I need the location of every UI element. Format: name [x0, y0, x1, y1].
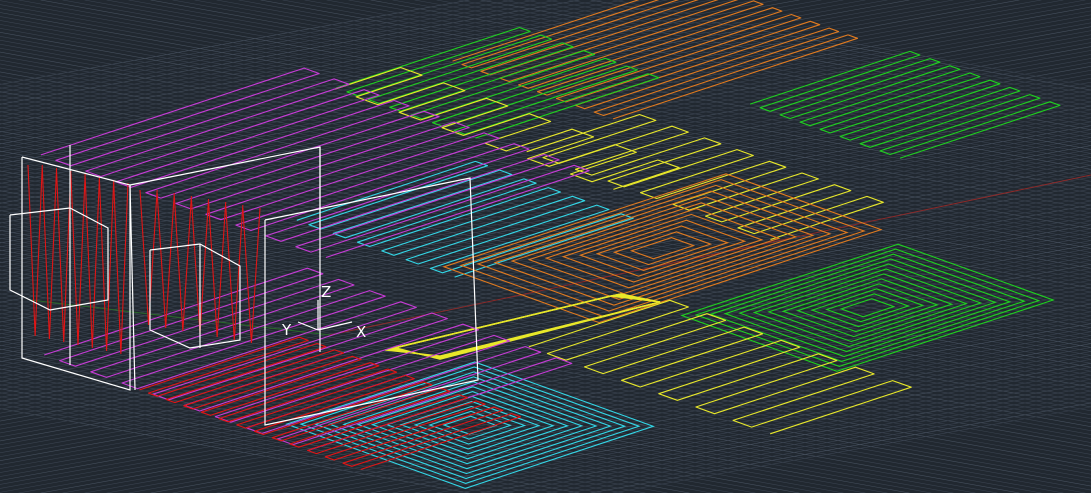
ucs-x-label: X [356, 323, 366, 341]
grid-line [0, 0, 1020, 184]
ucs-y-axis [297, 321, 319, 331]
ucs-z-label: Z [321, 283, 331, 301]
grid-line [0, 309, 1020, 493]
coil-loop[interactable] [629, 237, 696, 260]
isometric-grid [0, 0, 1091, 493]
coil-pipe[interactable] [749, 50, 1061, 159]
grid-line [0, 79, 1091, 277]
coil-loop[interactable] [561, 213, 764, 283]
green-panel-upper[interactable] [749, 50, 1061, 159]
wall-post[interactable] [129, 184, 136, 391]
coil-loop[interactable] [510, 196, 815, 300]
ucs-y-label: Y [281, 321, 292, 339]
coil-pipe[interactable] [27, 164, 43, 337]
drawing-canvas[interactable]: Z Y X [0, 0, 1091, 493]
model-viewport[interactable]: Z Y X [0, 0, 1091, 493]
coil-loop[interactable] [595, 225, 730, 271]
coil-loop[interactable] [527, 202, 798, 295]
